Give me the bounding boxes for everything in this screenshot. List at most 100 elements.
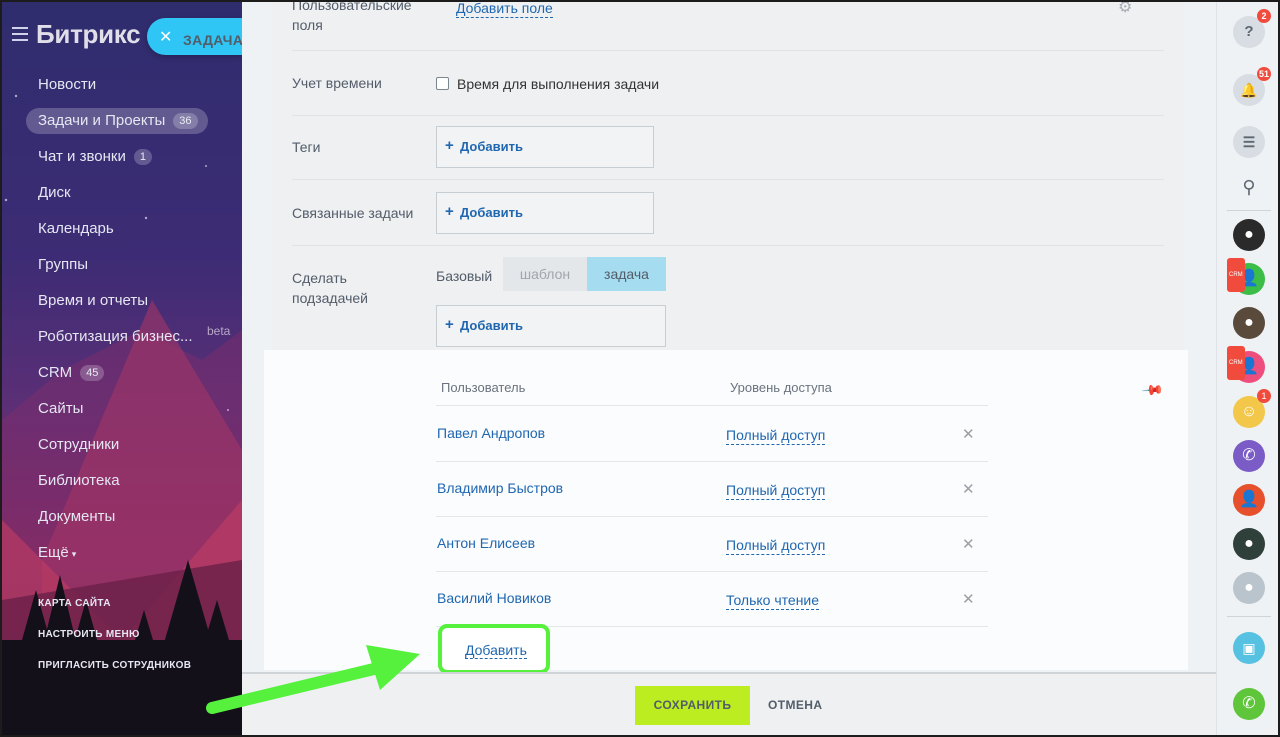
beta-label: beta (207, 324, 231, 338)
time-tracking-checkbox-label[interactable]: Время для выполнения задачи (457, 74, 659, 94)
menu-item-groups[interactable]: Группы (26, 252, 98, 278)
divider (436, 461, 988, 462)
menu-item-chat[interactable]: Чат и звонки 1 (26, 144, 162, 170)
avatar[interactable]: ● (1233, 528, 1265, 560)
avatar[interactable]: ☺ 1 (1233, 389, 1271, 428)
left-menu: Битрикс Новости Задачи и Проекты 36 Чат и… (2, 0, 242, 737)
menu-item-label: Сотрудники (38, 436, 120, 453)
add-parent-task-button[interactable]: + Добавить (436, 305, 666, 347)
button-label: Добавить (460, 205, 523, 220)
chevron-down-icon: ▾ (71, 549, 77, 559)
avatar[interactable]: ● (1233, 219, 1265, 251)
access-user-link[interactable]: Павел Андропов (437, 425, 545, 441)
add-access-button-highlight[interactable]: Добавить (438, 624, 550, 674)
video-call-icon[interactable]: ▣ (1233, 632, 1265, 664)
menu-item-documents[interactable]: Документы (26, 504, 125, 530)
menu-item-employees[interactable]: Сотрудники (26, 432, 129, 458)
menu-item-time-reports[interactable]: Время и отчеты (26, 288, 158, 314)
user-fields-label: Пользовательские поля (292, 0, 412, 33)
menu-item-tasks[interactable]: Задачи и Проекты 36 (26, 108, 208, 134)
access-level-dropdown[interactable]: Полный доступ (726, 537, 826, 555)
access-panel-background (264, 350, 1188, 670)
task-slider-close-chip[interactable]: ✕ ЗАДАЧА (147, 18, 243, 55)
task-form: Пользовательские поля Добавить поле ⚙ Уч… (242, 0, 1216, 737)
bell-icon[interactable]: 🔔 51 (1233, 67, 1271, 106)
menu-item-label: Библиотека (38, 472, 120, 489)
menu-item-label: Диск (38, 184, 71, 201)
extra-fields-panel: Пользовательские поля Добавить поле ⚙ Уч… (272, 0, 1184, 350)
divider (1227, 616, 1271, 617)
add-related-task-button[interactable]: + Добавить (436, 192, 654, 234)
crm-tag: CRM (1227, 258, 1245, 292)
menu-item-sites[interactable]: Сайты (26, 396, 93, 422)
add-access-button[interactable]: Добавить (465, 642, 527, 659)
help-badge: 2 (1257, 9, 1271, 23)
menu-item-automation[interactable]: Роботизация бизнес... (26, 324, 203, 350)
task-chip-label: ЗАДАЧА (183, 32, 244, 48)
add-user-field-link[interactable]: Добавить поле (456, 0, 553, 18)
time-tracking-checkbox[interactable] (436, 77, 449, 90)
remove-icon[interactable]: ✕ (962, 535, 975, 553)
subtask-label: Сделать подзадачей (292, 270, 368, 306)
avatar[interactable]: 👤 (1233, 484, 1265, 516)
gear-icon[interactable]: ⚙ (1118, 0, 1132, 17)
access-user-link[interactable]: Антон Елисеев (437, 535, 535, 551)
save-button[interactable]: СОХРАНИТЬ (635, 686, 750, 725)
base-label: Базовый (436, 268, 493, 284)
menu-item-label: Чат и звонки (38, 148, 126, 165)
menu-item-label: Роботизация бизнес... (38, 328, 193, 345)
sitemap-link[interactable]: КАРТА САЙТА (38, 598, 111, 609)
segment-template[interactable]: шаблон (503, 257, 587, 291)
access-user-link[interactable]: Василий Новиков (437, 590, 551, 606)
avatar[interactable]: ● (1233, 307, 1265, 339)
chat-icon[interactable]: ☰ (1233, 126, 1265, 158)
counter-badge: 36 (173, 113, 198, 129)
hamburger-icon[interactable] (12, 27, 28, 45)
access-rights-panel: Пользователь Уровень доступа 📌 Павел Анд… (264, 350, 1188, 674)
search-icon[interactable]: ⚲ (1233, 171, 1265, 203)
menu-item-news[interactable]: Новости (26, 72, 106, 98)
portal-logo[interactable]: Битрикс (36, 19, 141, 50)
segment-task[interactable]: задача (587, 257, 666, 291)
divider (292, 179, 1164, 180)
menu-item-crm[interactable]: CRM 45 (26, 360, 114, 386)
remove-icon[interactable]: ✕ (962, 425, 975, 443)
menu-item-label: Новости (38, 76, 97, 93)
avatar-crm-contact[interactable]: 👤 CRM (1227, 346, 1265, 383)
time-tracking-label: Учет времени (292, 75, 382, 91)
menu-item-more[interactable]: Ещё ▾ (26, 540, 86, 566)
menu-item-label: Документы (38, 508, 116, 525)
divider (292, 50, 1164, 51)
related-tasks-label: Связанные задачи (292, 205, 414, 221)
plus-icon: + (445, 203, 454, 220)
column-header-level: Уровень доступа (730, 380, 832, 395)
access-level-dropdown[interactable]: Только чтение (726, 592, 820, 610)
menu-item-label: CRM (38, 364, 73, 381)
access-user-link[interactable]: Владимир Быстров (437, 480, 563, 496)
help-icon[interactable]: ? 2 (1233, 9, 1271, 48)
avatar[interactable]: ● (1233, 572, 1265, 604)
configure-menu-link[interactable]: НАСТРОИТЬ МЕНЮ (38, 629, 140, 640)
add-tag-button[interactable]: + Добавить (436, 126, 654, 168)
button-label: Добавить (460, 139, 523, 154)
menu-item-disk[interactable]: Диск (26, 180, 81, 206)
invite-employees-link[interactable]: ПРИГЛАСИТЬ СОТРУДНИКОВ (38, 660, 191, 671)
phone-icon[interactable]: ✆ (1233, 440, 1265, 472)
counter-badge: 45 (80, 365, 105, 381)
divider (1227, 210, 1271, 211)
notification-badge: 51 (1256, 67, 1271, 81)
access-level-dropdown[interactable]: Полный доступ (726, 427, 826, 445)
menu-item-calendar[interactable]: Календарь (26, 216, 124, 242)
avatar-crm-contact[interactable]: 👤 CRM (1227, 258, 1265, 295)
app-window: Битрикс Новости Задачи и Проекты 36 Чат и… (0, 0, 1280, 737)
phone-call-icon[interactable]: ✆ (1233, 688, 1265, 720)
column-header-user: Пользователь (441, 380, 526, 395)
close-icon: ✕ (159, 29, 173, 46)
menu-item-library[interactable]: Библиотека (26, 468, 130, 494)
divider (436, 571, 988, 572)
cancel-button[interactable]: ОТМЕНА (768, 686, 822, 725)
access-level-dropdown[interactable]: Полный доступ (726, 482, 826, 500)
crm-tag: CRM (1227, 346, 1245, 380)
remove-icon[interactable]: ✕ (962, 590, 975, 608)
remove-icon[interactable]: ✕ (962, 480, 975, 498)
